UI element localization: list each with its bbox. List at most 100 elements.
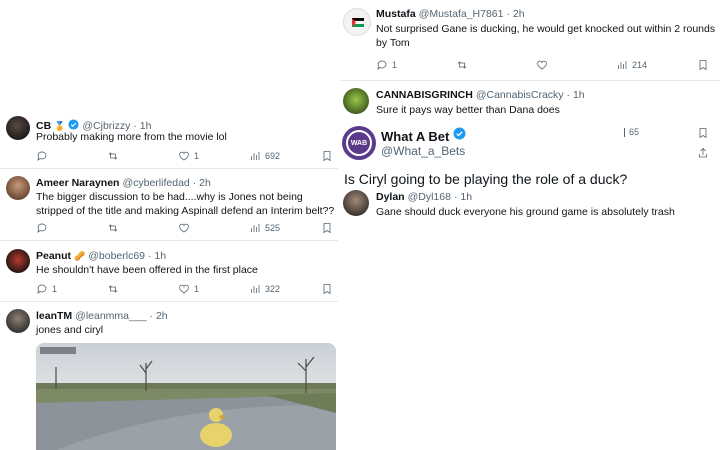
tweet-text: Sure it pays way better than Dana does xyxy=(376,104,560,116)
reply-icon xyxy=(37,151,47,161)
author-handle[interactable]: @boberlc69 xyxy=(88,250,145,262)
author-handle[interactable]: @cyberlifedad xyxy=(122,177,189,189)
duck-road-scene xyxy=(36,343,336,450)
author-name[interactable]: Mustafa xyxy=(376,8,416,20)
avatar-logo-text: WAB xyxy=(350,139,368,147)
reply-button[interactable]: 1 xyxy=(376,59,397,71)
view-count: 525 xyxy=(265,223,281,233)
reply-button[interactable] xyxy=(36,150,48,162)
heart-icon xyxy=(179,151,189,161)
tweet-text: Is Ciryl going to be playing the role of… xyxy=(344,171,628,187)
avatar[interactable] xyxy=(343,88,369,114)
heart-icon xyxy=(179,223,189,233)
bookmark-button[interactable] xyxy=(321,150,333,162)
views-button[interactable]: 692 xyxy=(249,150,280,162)
reply-button[interactable]: 1 xyxy=(36,283,57,295)
reply-icon xyxy=(37,284,47,294)
timestamp[interactable]: · 2h xyxy=(506,8,524,20)
author-name[interactable]: leanTM xyxy=(36,310,72,322)
avatar[interactable] xyxy=(6,309,30,333)
author-handle[interactable]: @Mustafa_H7861 xyxy=(419,8,504,20)
bookmark-button[interactable] xyxy=(321,222,333,234)
retweet-icon xyxy=(108,285,118,293)
view-count: 322 xyxy=(265,284,281,294)
divider xyxy=(0,168,338,169)
avatar[interactable] xyxy=(343,190,369,216)
tweet-text: He shouldn't have been offered in the fi… xyxy=(36,264,258,276)
share-button[interactable] xyxy=(697,147,709,159)
retweet-icon xyxy=(108,224,118,232)
retweet-button[interactable] xyxy=(107,150,119,162)
reply-count: 1 xyxy=(392,60,398,70)
avatar[interactable] xyxy=(6,176,30,200)
like-button[interactable] xyxy=(536,59,548,71)
like-count: 1 xyxy=(194,151,200,161)
retweet-icon xyxy=(108,152,118,160)
views-icon xyxy=(251,285,260,293)
like-count: 1 xyxy=(194,284,200,294)
author-handle[interactable]: @leanmma___ xyxy=(75,310,146,322)
reply-button[interactable] xyxy=(36,222,48,234)
bookmark-icon xyxy=(699,128,707,139)
bookmark-icon xyxy=(323,223,331,234)
view-count: 65 xyxy=(629,127,640,137)
tweet-text: Gane should duck everyone his ground gam… xyxy=(376,206,675,218)
views-button[interactable]: 214 xyxy=(616,59,647,71)
divider xyxy=(0,301,338,302)
peanut-emoji-icon: 🥜 xyxy=(74,250,86,261)
author-handle[interactable]: @Dyl168 xyxy=(408,191,451,203)
like-button[interactable]: 1 xyxy=(178,283,199,295)
avatar[interactable]: WAB xyxy=(342,126,376,160)
heart-icon xyxy=(537,60,547,70)
view-count: 214 xyxy=(632,60,648,70)
tweet-text: The bigger discussion to be had....why i… xyxy=(36,191,335,217)
views-icon xyxy=(251,152,260,160)
author-name[interactable]: Peanut xyxy=(36,250,71,262)
timestamp[interactable]: · 2h xyxy=(193,177,211,189)
divider xyxy=(0,240,338,241)
reply-icon xyxy=(377,60,387,70)
avatar[interactable] xyxy=(343,8,371,36)
author-name[interactable]: CANNABISGRINCH xyxy=(376,89,473,101)
verified-badge-icon xyxy=(453,127,466,145)
like-button[interactable]: 1 xyxy=(178,150,199,162)
flag-icon xyxy=(351,18,365,27)
timestamp[interactable]: · 1h xyxy=(567,89,585,101)
timestamp[interactable]: · 1h xyxy=(454,191,472,203)
reply-icon xyxy=(37,223,47,233)
bookmark-button[interactable] xyxy=(697,127,709,139)
author-name[interactable]: Ameer Naraynen xyxy=(36,177,119,189)
bookmark-icon xyxy=(323,151,331,162)
views-bar-icon xyxy=(624,127,625,137)
bookmark-icon xyxy=(323,284,331,295)
retweet-button[interactable] xyxy=(107,283,119,295)
retweet-button[interactable] xyxy=(107,222,119,234)
views-icon xyxy=(251,224,260,232)
share-icon xyxy=(699,147,707,158)
views-button[interactable]: 65 xyxy=(624,127,639,137)
timestamp[interactable]: · 1h xyxy=(148,250,166,262)
bookmark-button[interactable] xyxy=(697,59,709,71)
reply-count: 1 xyxy=(52,284,58,294)
tweet-text: Probably making more from the movie lol xyxy=(36,131,227,143)
retweet-button[interactable] xyxy=(456,59,468,71)
author-handle[interactable]: @CannabisCracky xyxy=(476,89,564,101)
author-handle[interactable]: @What_a_Bets xyxy=(381,144,465,158)
author-name[interactable]: What A Bet xyxy=(381,129,449,144)
retweet-icon xyxy=(457,61,467,69)
tweet-text: jones and ciryl xyxy=(36,324,104,336)
author-name[interactable]: Dylan xyxy=(376,191,405,203)
avatar[interactable] xyxy=(6,116,30,140)
divider xyxy=(340,80,720,81)
heart-icon xyxy=(179,284,189,294)
bookmark-button[interactable] xyxy=(321,283,333,295)
views-icon xyxy=(618,61,627,69)
timestamp[interactable]: · 2h xyxy=(150,310,168,322)
tweet-text: Not surprised Gane is ducking, he would … xyxy=(376,23,716,49)
views-button[interactable]: 322 xyxy=(249,283,280,295)
view-count: 692 xyxy=(265,151,281,161)
like-button[interactable] xyxy=(178,222,190,234)
tweet-media-image[interactable] xyxy=(36,343,336,450)
views-button[interactable]: 525 xyxy=(249,222,280,234)
avatar[interactable] xyxy=(6,249,30,273)
